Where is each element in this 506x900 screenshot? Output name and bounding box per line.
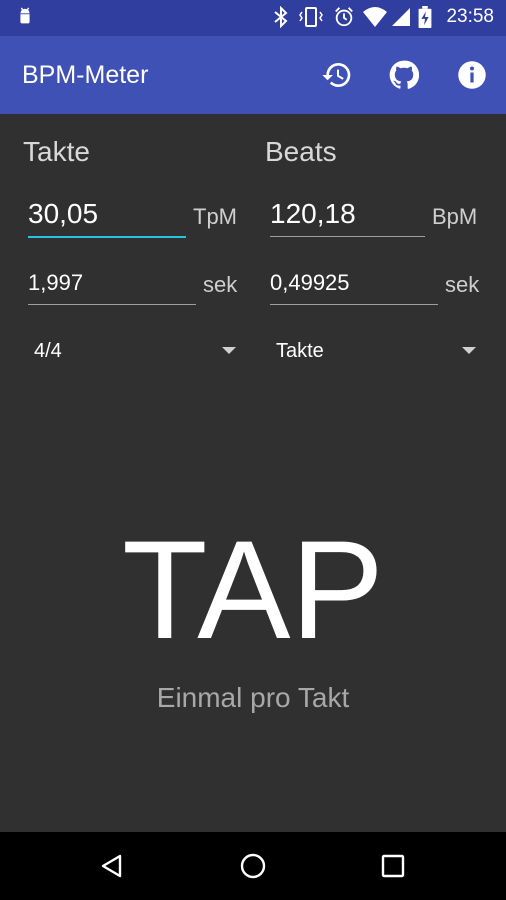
takte-rate-value: 30,05 bbox=[28, 198, 99, 229]
app-toolbar: BPM-Meter bbox=[0, 36, 506, 114]
wifi-icon bbox=[363, 7, 387, 27]
tap-label: TAP bbox=[122, 511, 384, 668]
beat-mode-spinner[interactable]: Takte bbox=[270, 330, 480, 370]
recents-square-icon bbox=[381, 854, 405, 878]
beats-rate-unit: BpM bbox=[432, 204, 478, 229]
beats-heading: Beats bbox=[265, 136, 337, 167]
home-button[interactable] bbox=[233, 846, 273, 886]
battery-charging-icon bbox=[418, 6, 432, 28]
android-debug-icon bbox=[20, 7, 30, 24]
beats-rate-input[interactable]: 120,18 bbox=[270, 196, 425, 237]
app-title: BPM-Meter bbox=[22, 61, 149, 89]
back-triangle-icon bbox=[101, 854, 122, 878]
takte-duration-unit: sek bbox=[203, 272, 238, 297]
tap-hint: Einmal pro Takt bbox=[156, 682, 350, 713]
takte-rate-unit: TpM bbox=[193, 204, 237, 229]
beats-duration-value: 0,49925 bbox=[270, 270, 350, 295]
alarm-icon bbox=[335, 7, 353, 27]
info-button[interactable] bbox=[454, 57, 490, 93]
beats-duration-unit: sek bbox=[445, 272, 480, 297]
navigation-bar bbox=[0, 832, 506, 900]
github-icon bbox=[389, 60, 419, 89]
recents-button[interactable] bbox=[373, 846, 413, 886]
status-bar: 23:58 bbox=[0, 0, 506, 36]
chevron-down-icon bbox=[462, 347, 476, 354]
status-time: 23:58 bbox=[446, 6, 494, 27]
beats-duration-input[interactable]: 0,49925 bbox=[270, 264, 438, 305]
cell-signal-icon bbox=[392, 8, 410, 26]
github-button[interactable] bbox=[386, 57, 422, 93]
takte-rate-input[interactable]: 30,05 bbox=[28, 196, 186, 238]
home-circle-icon bbox=[240, 853, 266, 879]
back-button[interactable] bbox=[92, 846, 132, 886]
beats-rate-value: 120,18 bbox=[270, 198, 356, 229]
vibrate-icon bbox=[299, 7, 323, 27]
time-signature-spinner[interactable]: 4/4 bbox=[28, 330, 238, 370]
takte-duration-input[interactable]: 1,997 bbox=[28, 264, 196, 305]
bluetooth-icon bbox=[274, 6, 288, 28]
time-signature-value: 4/4 bbox=[34, 340, 62, 362]
history-button[interactable] bbox=[319, 57, 355, 93]
beat-mode-value: Takte bbox=[276, 340, 324, 362]
takte-duration-value: 1,997 bbox=[28, 270, 84, 295]
history-icon bbox=[322, 63, 351, 87]
info-icon bbox=[458, 61, 486, 89]
chevron-down-icon bbox=[222, 347, 236, 354]
takte-heading: Takte bbox=[23, 136, 90, 167]
